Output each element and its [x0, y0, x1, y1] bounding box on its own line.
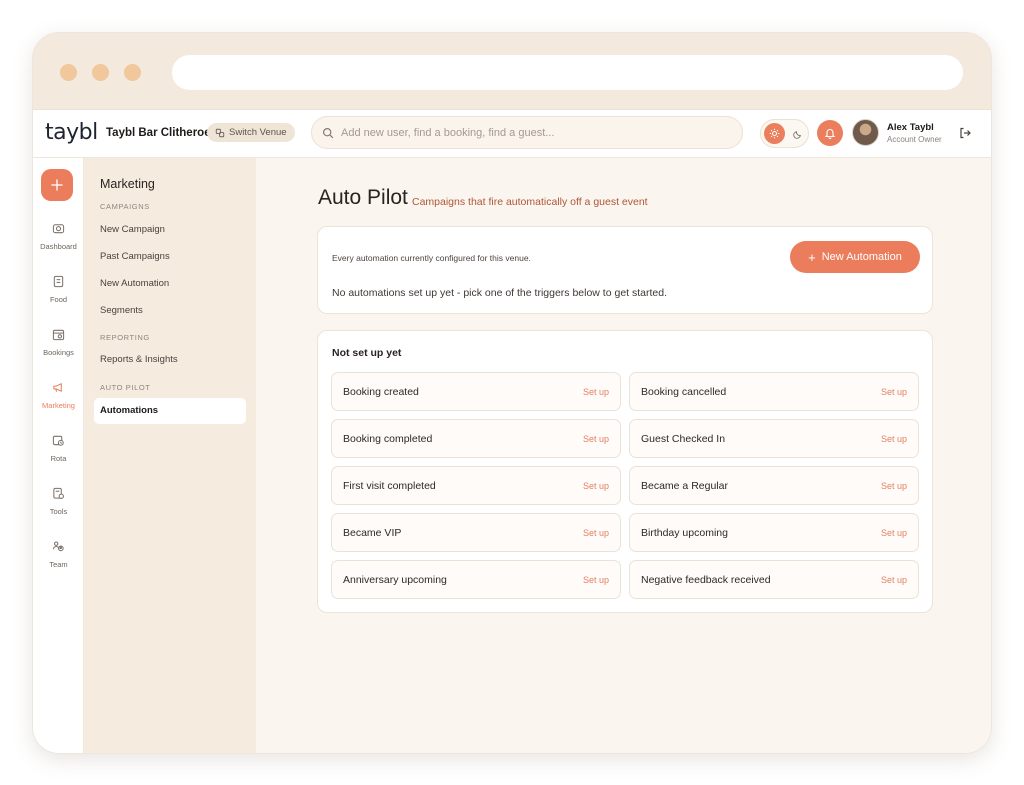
user-avatar[interactable] [852, 119, 879, 146]
trigger-booking-created[interactable]: Booking created Set up [331, 372, 621, 411]
triggers-card: Not set up yet Booking created Set up Bo… [317, 330, 933, 613]
setup-link[interactable]: Set up [881, 575, 907, 585]
moon-icon[interactable] [789, 125, 806, 142]
section-heading-reporting: REPORTING [100, 333, 150, 342]
quick-add-button[interactable] [41, 169, 73, 201]
submenu-item-new-automation[interactable]: New Automation [100, 278, 169, 289]
trigger-label: Negative feedback received [641, 574, 771, 586]
trigger-negative-feedback-received[interactable]: Negative feedback received Set up [629, 560, 919, 599]
trigger-booking-completed[interactable]: Booking completed Set up [331, 419, 621, 458]
automations-empty-state: No automations set up yet - pick one of … [332, 287, 668, 299]
calendar-icon [52, 329, 65, 341]
setup-link[interactable]: Set up [583, 481, 609, 491]
rail-item-tools[interactable]: Tools [33, 487, 84, 531]
submenu-item-automations[interactable]: Automations [94, 398, 246, 424]
primary-nav-rail: Dashboard Food Bookings Marketing Rota T… [33, 158, 84, 753]
submenu-item-new-campaign[interactable]: New Campaign [100, 224, 165, 235]
window-dot-maximize[interactable] [124, 64, 141, 81]
app-header: taybl Taybl Bar Clitheroe Switch Venue A… [33, 110, 991, 158]
rail-item-rota[interactable]: Rota [33, 434, 84, 478]
setup-link[interactable]: Set up [583, 528, 609, 538]
browser-window: taybl Taybl Bar Clitheroe Switch Venue A… [33, 33, 991, 753]
user-name: Alex Taybl [887, 122, 934, 133]
trigger-guest-checked-in[interactable]: Guest Checked In Set up [629, 419, 919, 458]
page-title: Auto Pilot [318, 186, 408, 209]
new-automation-label: New Automation [821, 251, 902, 263]
rail-item-dashboard[interactable]: Dashboard [33, 222, 84, 266]
trigger-label: Anniversary upcoming [343, 574, 447, 586]
trigger-label: Booking cancelled [641, 386, 727, 398]
rail-label: Rota [50, 454, 67, 463]
automations-description: Every automation currently configured fo… [332, 253, 531, 263]
switch-icon [215, 128, 225, 137]
trigger-became-vip[interactable]: Became VIP Set up [331, 513, 621, 552]
trigger-booking-cancelled[interactable]: Booking cancelled Set up [629, 372, 919, 411]
plus-icon [51, 179, 63, 191]
trigger-label: Guest Checked In [641, 433, 726, 445]
bell-icon[interactable] [817, 120, 843, 146]
setup-link[interactable]: Set up [881, 481, 907, 491]
address-bar[interactable] [172, 55, 963, 90]
team-icon [52, 541, 64, 552]
user-role: Account Owner [887, 135, 942, 144]
setup-link[interactable]: Set up [583, 434, 609, 444]
schedule-icon [52, 435, 64, 446]
rail-item-marketing[interactable]: Marketing [33, 381, 84, 425]
rail-label: Team [49, 560, 68, 569]
switch-venue-button[interactable]: Switch Venue [207, 123, 295, 142]
rail-item-bookings[interactable]: Bookings [33, 328, 84, 372]
trigger-label: Birthday upcoming [641, 527, 728, 539]
rail-item-food[interactable]: Food [33, 275, 84, 319]
marketing-submenu: Marketing CAMPAIGNS New Campaign Past Ca… [84, 158, 256, 753]
submenu-item-reports-insights[interactable]: Reports & Insights [100, 354, 178, 365]
trigger-label: Became VIP [343, 527, 402, 539]
page-subtitle: Campaigns that fire automatically off a … [412, 196, 648, 208]
submenu-item-segments[interactable]: Segments [100, 305, 143, 316]
theme-toggle[interactable] [760, 119, 809, 148]
taybl-logo[interactable]: taybl [45, 120, 98, 145]
trigger-anniversary-upcoming[interactable]: Anniversary upcoming Set up [331, 560, 621, 599]
trigger-became-a-regular[interactable]: Became a Regular Set up [629, 466, 919, 505]
rail-label: Marketing [42, 401, 75, 410]
trigger-label: Booking created [343, 386, 419, 398]
window-dot-close[interactable] [60, 64, 77, 81]
trigger-birthday-upcoming[interactable]: Birthday upcoming Set up [629, 513, 919, 552]
logout-icon[interactable] [958, 126, 972, 140]
submenu-title: Marketing [100, 177, 155, 191]
sun-icon[interactable] [764, 123, 785, 144]
trigger-label: Became a Regular [641, 480, 728, 492]
venue-name: Taybl Bar Clitheroe [106, 127, 211, 139]
megaphone-icon [53, 382, 62, 393]
setup-link[interactable]: Set up [583, 387, 609, 397]
camera-icon [52, 224, 65, 234]
search-input[interactable] [341, 126, 742, 139]
submenu-item-past-campaigns[interactable]: Past Campaigns [100, 251, 170, 262]
setup-link[interactable]: Set up [881, 434, 907, 444]
window-dot-minimize[interactable] [92, 64, 109, 81]
triggers-title: Not set up yet [332, 347, 402, 359]
new-automation-button[interactable]: + New Automation [790, 241, 920, 273]
tools-icon [53, 487, 64, 499]
trigger-label: First visit completed [343, 480, 436, 492]
rail-label: Food [49, 295, 68, 304]
rail-label: Bookings [43, 348, 74, 357]
global-search[interactable] [311, 116, 743, 149]
automations-card: Every automation currently configured fo… [317, 226, 933, 314]
trigger-label: Booking completed [343, 433, 433, 445]
rail-label: Dashboard [40, 242, 77, 251]
rail-label: Tools [49, 507, 68, 516]
browser-toolbar [33, 33, 991, 110]
switch-venue-label: Switch Venue [229, 127, 287, 138]
search-icon [322, 127, 334, 138]
plus-icon: + [808, 249, 816, 265]
menu-icon [53, 275, 64, 288]
section-heading-auto-pilot: AUTO PILOT [100, 383, 151, 392]
main-content: Auto Pilot Campaigns that fire automatic… [256, 158, 991, 753]
setup-link[interactable]: Set up [881, 387, 907, 397]
trigger-first-visit-completed[interactable]: First visit completed Set up [331, 466, 621, 505]
rail-item-team[interactable]: Team [33, 540, 84, 584]
section-heading-campaigns: CAMPAIGNS [100, 202, 150, 211]
setup-link[interactable]: Set up [881, 528, 907, 538]
setup-link[interactable]: Set up [583, 575, 609, 585]
